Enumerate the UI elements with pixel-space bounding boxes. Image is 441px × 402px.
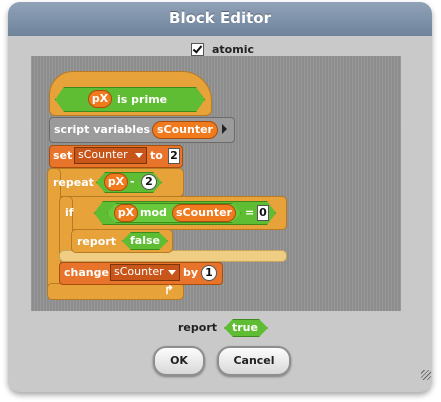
repeat-label: repeat (53, 176, 94, 189)
minus-label: - (130, 175, 135, 188)
report-false-label: report (77, 235, 116, 248)
dialog-title: Block Editor (169, 9, 271, 27)
set-to-label: to (150, 149, 163, 162)
script-variables-label: script variables (54, 123, 151, 136)
change-var-value: sCounter (114, 265, 164, 278)
mod-var2-pill[interactable]: sCounter (172, 204, 236, 222)
repeat-value-slot[interactable]: 2 (141, 174, 157, 190)
true-value-text: true (232, 321, 258, 334)
hat-label: is prime (117, 93, 168, 106)
set-label: set (53, 149, 73, 162)
change-by-label: by (183, 266, 199, 279)
atomic-label: atomic (212, 42, 254, 56)
false-value-text: false (130, 234, 160, 247)
equals-value-slot[interactable]: 0 (257, 205, 269, 221)
if-label: if (65, 206, 74, 219)
cancel-button[interactable]: Cancel (217, 346, 291, 376)
mod-label: mod (140, 206, 167, 219)
param-pill[interactable]: pX (88, 90, 112, 108)
script-var-pill[interactable]: sCounter (152, 121, 218, 139)
mod-var-pill[interactable]: pX (114, 204, 138, 222)
ok-button[interactable]: OK (153, 346, 205, 376)
report-label: report (178, 321, 217, 334)
repeat-var-pill[interactable]: pX (104, 173, 128, 191)
atomic-option[interactable]: atomic (191, 42, 254, 56)
dropdown-arrow-icon (168, 270, 176, 275)
loop-arrow-icon: ↱ (164, 283, 175, 297)
expand-arrow-icon[interactable] (222, 124, 227, 134)
change-value-slot[interactable]: 1 (201, 265, 217, 281)
change-label: change (64, 266, 109, 279)
dropdown-arrow-icon (135, 153, 143, 158)
set-value-slot[interactable]: 2 (168, 148, 180, 164)
title-bar[interactable]: Block Editor (8, 2, 432, 36)
set-var-value: sCounter (78, 148, 128, 161)
atomic-checkbox[interactable] (191, 42, 204, 56)
change-var-dropdown[interactable]: sCounter (110, 264, 180, 281)
set-var-dropdown[interactable]: sCounter (74, 147, 147, 164)
equals-label: = (245, 206, 255, 219)
resize-handle-icon[interactable] (421, 370, 431, 380)
